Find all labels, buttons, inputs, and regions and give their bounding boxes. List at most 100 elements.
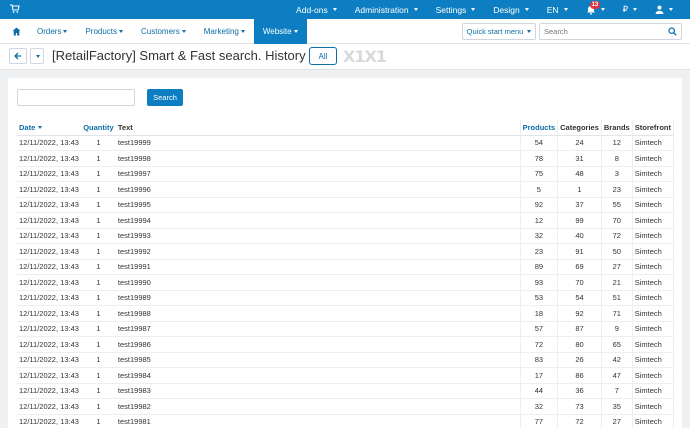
cell-date: 12/11/2022, 13:43 — [17, 197, 81, 213]
cell-categories: 91 — [557, 243, 602, 260]
cell-date: 12/11/2022, 13:43 — [17, 398, 81, 415]
header-date-label: Date — [19, 122, 36, 132]
top-nav-user[interactable] — [646, 0, 682, 19]
nav-item-website[interactable]: Website — [253, 19, 307, 44]
top-nav-currency[interactable]: ₽ — [614, 0, 646, 19]
top-nav-label: Design — [493, 4, 520, 15]
cell-categories: 48 — [557, 166, 602, 182]
top-nav-label: Settings — [435, 4, 467, 15]
cell-storefront: Simtech — [631, 197, 675, 213]
title-dropdown-button[interactable] — [30, 48, 44, 64]
cell-categories: 54 — [557, 290, 602, 306]
table-row: 12/11/2022, 13:43 1 test19982 32 73 35 Simtech — [17, 398, 675, 415]
cell-text: test19986 — [115, 336, 521, 353]
cell-quantity: 1 — [80, 321, 116, 337]
header-date[interactable]: Date — [17, 120, 81, 136]
chevron-down-icon — [240, 30, 245, 33]
history-table: Date Quantity Text Products Categories B… — [17, 120, 675, 428]
cell-brands: 55 — [600, 197, 633, 213]
chevron-down-icon — [181, 30, 186, 33]
cell-text: test19992 — [115, 243, 521, 260]
search-icon[interactable] — [663, 24, 681, 39]
cell-products: 92 — [519, 197, 558, 213]
nav-item-label: Orders — [37, 27, 62, 36]
chevron-down-icon — [36, 54, 40, 58]
cart-icon[interactable] — [10, 4, 20, 14]
header-quantity[interactable]: Quantity — [80, 120, 116, 136]
page-title: [RetailFactory] Smart & Fast search. His… — [52, 48, 306, 63]
table-row: 12/11/2022, 13:43 1 test19998 78 31 8 Simtech — [17, 150, 675, 167]
nav-item-products[interactable]: Products — [76, 19, 132, 44]
cell-date: 12/11/2022, 13:43 — [17, 212, 81, 229]
nav-item-orders[interactable]: Orders — [28, 19, 76, 44]
top-nav-settings[interactable]: Settings — [427, 0, 485, 19]
top-nav-label: Add-ons — [296, 4, 328, 15]
cell-brands: 27 — [600, 414, 633, 428]
top-nav-label: ₽ — [622, 4, 628, 14]
header-products[interactable]: Products — [519, 120, 558, 136]
cell-quantity: 1 — [80, 398, 116, 415]
chevron-down-icon — [332, 8, 337, 11]
cell-categories: 86 — [557, 367, 602, 384]
top-nav-notifications[interactable]: 13 — [577, 0, 614, 19]
chevron-down-icon — [563, 8, 568, 11]
user-icon — [655, 5, 664, 14]
quick-start-menu-button[interactable]: Quick start menu — [462, 23, 536, 40]
cell-categories: 26 — [557, 352, 602, 368]
cell-quantity: 1 — [80, 259, 116, 275]
cell-categories: 92 — [557, 305, 602, 322]
cell-text: test19991 — [115, 259, 521, 275]
cell-date: 12/11/2022, 13:43 — [17, 166, 81, 182]
top-nav-administration[interactable]: Administration — [346, 0, 427, 19]
table-row: 12/11/2022, 13:43 1 test19991 89 69 27 Simtech — [17, 259, 675, 275]
table-row: 12/11/2022, 13:43 1 test19996 5 1 23 Simtech — [17, 181, 675, 198]
cell-brands: 23 — [600, 181, 633, 198]
cell-text: test19983 — [115, 383, 521, 399]
cell-text: test19996 — [115, 181, 521, 198]
table-row: 12/11/2022, 13:43 1 test19992 23 91 50 Simtech — [17, 243, 675, 260]
cell-products: 57 — [519, 321, 558, 337]
cell-text: test19995 — [115, 197, 521, 213]
nav-item-customers[interactable]: Customers — [132, 19, 195, 44]
cell-quantity: 1 — [80, 352, 116, 368]
chevron-down-icon — [119, 30, 124, 33]
cell-storefront: Simtech — [631, 228, 675, 244]
global-search-input[interactable] — [540, 24, 663, 39]
chevron-down-icon — [293, 30, 298, 33]
cell-categories: 72 — [557, 414, 602, 428]
cell-categories: 69 — [557, 259, 602, 275]
top-nav-language[interactable]: EN — [538, 0, 577, 19]
all-button[interactable]: All — [309, 47, 337, 65]
table-row: 12/11/2022, 13:43 1 test19987 57 87 9 Simtech — [17, 321, 675, 337]
back-button[interactable] — [9, 48, 27, 64]
cell-products: 32 — [519, 228, 558, 244]
cell-date: 12/11/2022, 13:43 — [17, 243, 81, 260]
cell-date: 12/11/2022, 13:43 — [17, 259, 81, 275]
cell-text: test19989 — [115, 290, 521, 306]
cell-brands: 47 — [600, 367, 633, 384]
cell-text: test19993 — [115, 228, 521, 244]
nav-item-label: Marketing — [203, 27, 239, 36]
cell-text: test19994 — [115, 212, 521, 229]
nav-item-label: Products — [85, 27, 118, 36]
history-search-input[interactable] — [17, 89, 135, 106]
cell-quantity: 1 — [80, 212, 116, 229]
chevron-down-icon — [524, 8, 529, 11]
cell-brands: 51 — [600, 290, 633, 306]
cell-quantity: 1 — [80, 305, 116, 322]
table-row: 12/11/2022, 13:43 1 test19988 18 92 71 Simtech — [17, 305, 675, 322]
search-button[interactable]: Search — [147, 89, 183, 106]
cell-brands: 21 — [600, 274, 633, 291]
cell-brands: 50 — [600, 243, 633, 260]
title-bar: [RetailFactory] Smart & Fast search. His… — [0, 44, 690, 70]
cell-storefront: Simtech — [631, 383, 675, 399]
cell-quantity: 1 — [80, 135, 116, 151]
nav-item-marketing[interactable]: Marketing — [195, 19, 254, 44]
top-nav-design[interactable]: Design — [484, 0, 537, 19]
cell-categories: 73 — [557, 398, 602, 415]
cell-date: 12/11/2022, 13:43 — [17, 135, 81, 151]
cell-categories: 99 — [557, 212, 602, 229]
cell-date: 12/11/2022, 13:43 — [17, 414, 81, 428]
home-icon[interactable] — [12, 27, 21, 36]
top-nav-addons[interactable]: Add-ons — [287, 0, 346, 19]
